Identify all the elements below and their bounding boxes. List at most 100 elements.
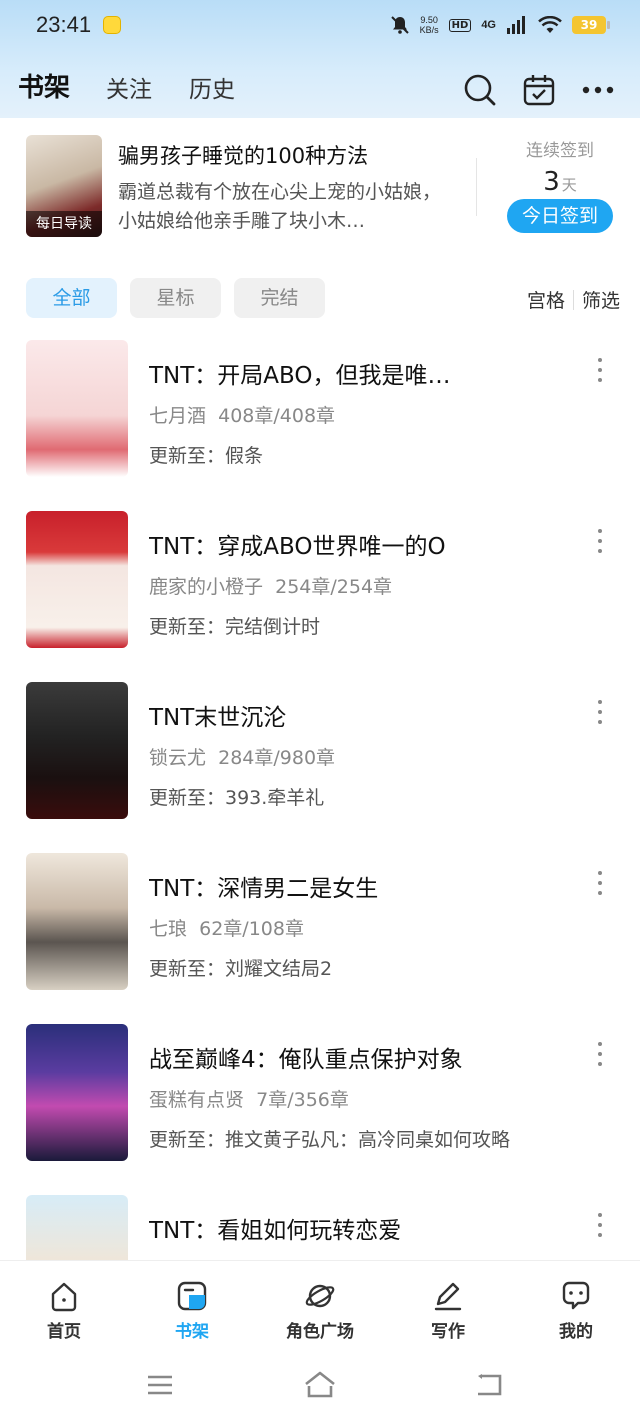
hd-badge: HD [448, 18, 472, 32]
signal-label: 4G [481, 19, 496, 31]
more-options-button[interactable] [580, 72, 616, 108]
book-more-button[interactable] [590, 1042, 610, 1066]
book-list: TNT：开局ABO，但我是唯… 七月酒 408章/408章 更新至：假条 TNT… [0, 340, 640, 1260]
home-system-button[interactable] [303, 1368, 337, 1402]
checkin-count: 3天 [500, 167, 620, 197]
tab-home-label: 首页 [47, 1322, 81, 1342]
top-nav: 书架 关注 历史 [0, 60, 640, 110]
book-author: 锁云尤 [149, 747, 207, 769]
checkin-unit: 天 [561, 176, 577, 194]
tab-write[interactable]: 写作 [384, 1261, 512, 1350]
back-icon [478, 1374, 502, 1396]
menu-icon [148, 1375, 172, 1395]
daily-tag: 每日导读 [26, 211, 102, 237]
book-chapters: 408章/408章 [218, 405, 336, 427]
book-item[interactable]: TNT：看姐如何玩转恋爱 [0, 1195, 640, 1260]
book-chapters: 284章/980章 [218, 747, 336, 769]
book-meta: 蛋糕有点贤 7章/356章 [149, 1085, 349, 1112]
divider [572, 289, 574, 310]
book-author: 鹿家的小橙子 [149, 576, 264, 598]
search-icon [464, 74, 496, 106]
wifi-icon [538, 16, 562, 33]
status-time: 23:41 [36, 12, 92, 37]
battery-icon: 39 [572, 16, 610, 34]
book-title: TNT：看姐如何玩转恋爱 [149, 1218, 402, 1244]
book-author: 七月酒 [149, 405, 207, 427]
chip-all[interactable]: 全部 [26, 278, 117, 318]
book-cover [26, 1195, 128, 1260]
net-speed-value: 9.50 [420, 15, 438, 25]
book-more-button[interactable] [590, 529, 610, 553]
net-speed: 9.50 KB/s [420, 15, 439, 35]
tab-bookshelf-bottom[interactable]: 书架 [128, 1261, 256, 1350]
grid-view-button[interactable]: 宫格 [527, 286, 565, 313]
tab-mine-label: 我的 [559, 1322, 593, 1342]
tab-role-plaza-label: 角色广场 [286, 1322, 354, 1342]
book-item[interactable]: TNT末世沉沦 锁云尤 284章/980章 更新至：393.牵羊礼 [0, 682, 640, 853]
book-item[interactable]: TNT：深情男二是女生 七琅 62章/108章 更新至：刘耀文结局2 [0, 853, 640, 1024]
book-author: 七琅 [149, 918, 188, 940]
filter-button[interactable]: 筛选 [582, 286, 620, 313]
book-meta: 锁云尤 284章/980章 [149, 743, 335, 770]
status-icons: 9.50 KB/s HD 4G 39 [390, 12, 610, 38]
book-cover [26, 1024, 128, 1161]
book-title: 战至巅峰4：俺队重点保护对象 [149, 1047, 463, 1073]
book-update: 更新至：推文黄子弘凡：高冷同桌如何攻略 [149, 1129, 511, 1151]
book-item[interactable]: TNT：穿成ABO世界唯一的O 鹿家的小橙子 254章/254章 更新至：完结倒… [0, 511, 640, 682]
more-horizontal-icon [582, 86, 614, 94]
planet-icon [305, 1284, 335, 1308]
book-more-button[interactable] [590, 1213, 610, 1237]
view-options: 宫格 筛选 [527, 286, 620, 313]
tab-history[interactable]: 历史 [189, 70, 235, 104]
bottom-tab-bar: 首页 书架 角色广场 写作 我的 [0, 1260, 640, 1350]
book-meta: 鹿家的小橙子 254章/254章 [149, 572, 392, 599]
status-bar: 23:41 9.50 KB/s HD 4G 39 [0, 0, 640, 50]
home-icon [51, 1282, 77, 1312]
daily-book-cover: 每日导读 [26, 135, 102, 237]
book-more-button[interactable] [590, 700, 610, 724]
book-meta: 七琅 62章/108章 [149, 914, 304, 941]
checkin-days: 3 [543, 167, 560, 197]
checkin-label: 连续签到 [526, 141, 594, 161]
daily-book-title: 骗男孩子睡觉的100种方法 [118, 144, 369, 168]
book-chapters: 7章/356章 [256, 1089, 349, 1111]
book-meta: 七月酒 408章/408章 [149, 401, 335, 428]
book-update: 更新至：假条 [149, 445, 264, 467]
book-item[interactable]: TNT：开局ABO，但我是唯… 七月酒 408章/408章 更新至：假条 [0, 340, 640, 511]
recent-apps-button[interactable] [143, 1368, 177, 1402]
divider [476, 158, 477, 216]
checkin-panel: 连续签到 3天 今日签到 [500, 136, 620, 233]
pen-icon [434, 1282, 462, 1311]
back-button[interactable] [472, 1368, 506, 1402]
book-cover [26, 682, 128, 819]
book-update: 更新至：393.牵羊礼 [149, 787, 325, 809]
daily-book-desc: 霸道总裁有个放在心尖上宠的小姑娘，小姑娘给他亲手雕了块小木… [118, 181, 442, 232]
book-item[interactable]: 战至巅峰4：俺队重点保护对象 蛋糕有点贤 7章/356章 更新至：推文黄子弘凡：… [0, 1024, 640, 1195]
system-navigation-bar [0, 1350, 640, 1422]
book-cover [26, 511, 128, 648]
tab-following[interactable]: 关注 [106, 70, 152, 104]
book-more-button[interactable] [590, 358, 610, 382]
tab-mine[interactable]: 我的 [512, 1261, 640, 1350]
chip-finished[interactable]: 完结 [234, 278, 325, 318]
book-title: TNT：深情男二是女生 [149, 876, 379, 902]
book-more-button[interactable] [590, 871, 610, 895]
calendar-button[interactable] [521, 72, 557, 108]
checkin-button[interactable]: 今日签到 [507, 199, 613, 233]
tab-bookshelf[interactable]: 书架 [18, 67, 70, 104]
mute-bell-icon [390, 16, 409, 34]
book-cover [26, 853, 128, 990]
net-speed-unit: KB/s [419, 25, 439, 35]
book-chapters: 254章/254章 [275, 576, 393, 598]
search-button[interactable] [462, 72, 498, 108]
chat-bubble-icon [562, 1281, 590, 1310]
app-notification-icon [103, 16, 121, 34]
daily-recommendation-card[interactable]: 每日导读 骗男孩子睡觉的100种方法 霸道总裁有个放在心尖上宠的小姑娘，小姑娘给… [0, 118, 640, 250]
book-author: 蛋糕有点贤 [149, 1089, 245, 1111]
book-title: TNT末世沉沦 [149, 705, 287, 731]
chip-starred[interactable]: 星标 [130, 278, 221, 318]
signal-icon [507, 16, 525, 34]
tab-role-plaza[interactable]: 角色广场 [256, 1261, 384, 1350]
tab-home[interactable]: 首页 [0, 1261, 128, 1350]
book-update: 更新至：完结倒计时 [149, 616, 321, 638]
